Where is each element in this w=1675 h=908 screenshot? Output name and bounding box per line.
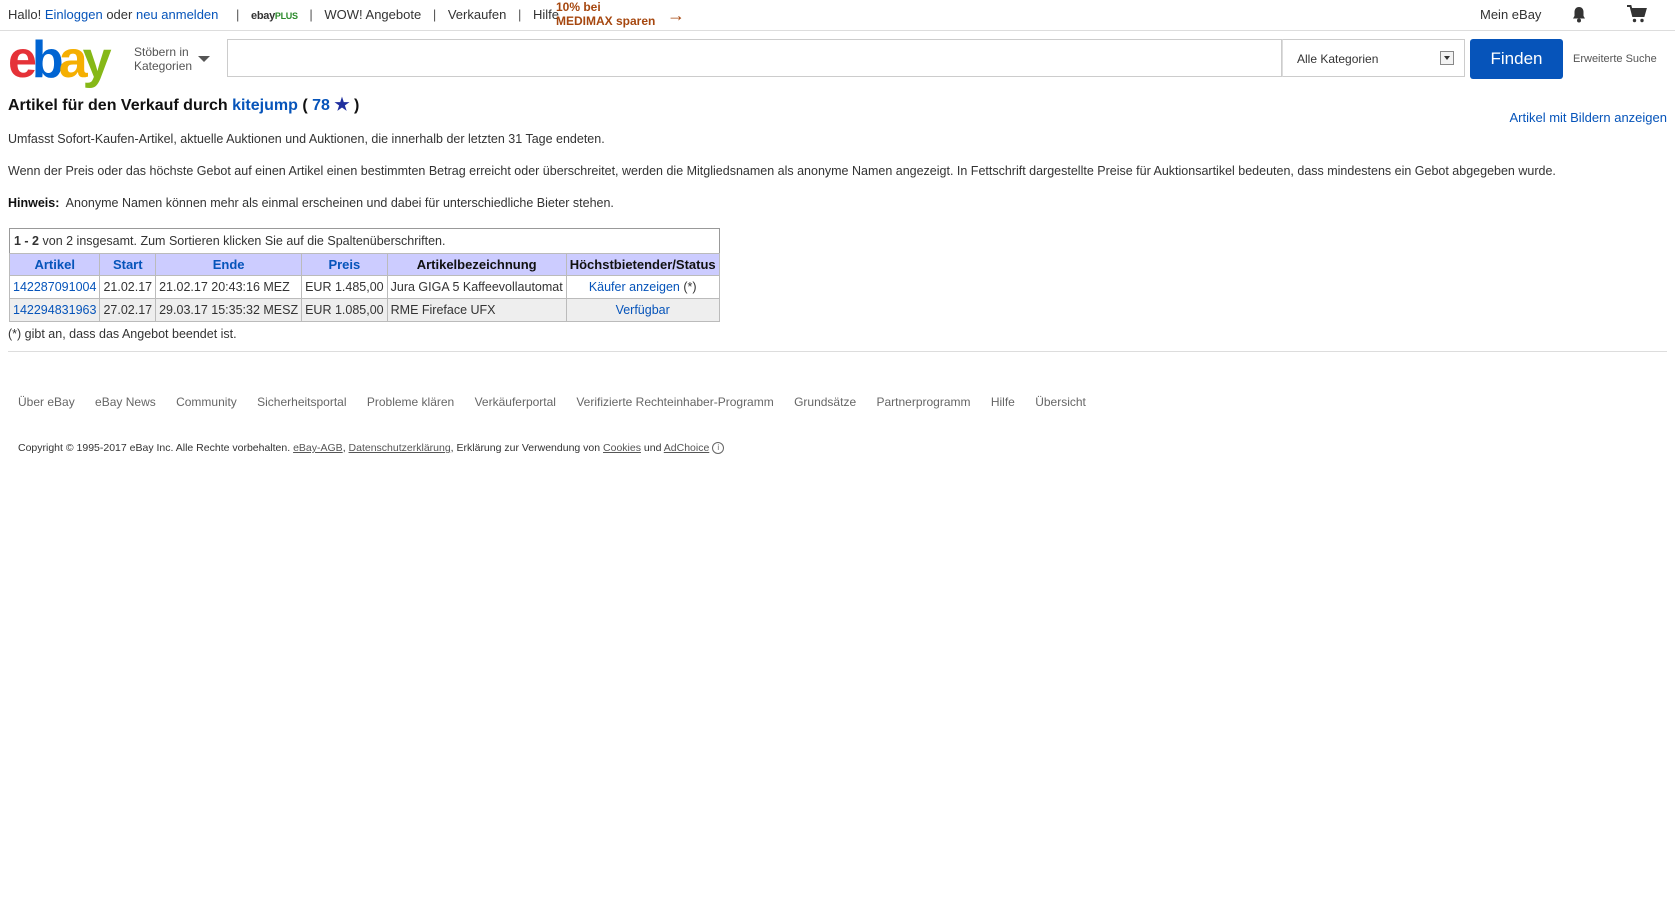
show-with-images-link[interactable]: Artikel mit Bildern anzeigen [1509,110,1667,125]
agb-link[interactable]: eBay-AGB [293,442,343,454]
bell-icon[interactable] [1571,6,1587,26]
dropdown-arrow-icon[interactable] [1440,51,1454,65]
table-summary-row: 1 - 2 von 2 insgesamt. Zum Sortieren kli… [9,228,720,254]
col-header-price[interactable]: Preis [301,253,388,276]
end-cell: 21.02.17 20:43:16 MEZ [155,275,303,299]
col-header-end[interactable]: Ende [155,253,303,276]
find-button[interactable]: Finden [1470,39,1563,79]
start-cell: 27.02.17 [99,298,157,322]
login-link[interactable]: Einloggen [45,7,103,22]
browse-categories-button[interactable]: Stöbern in Kategorien [134,45,192,73]
end-cell: 29.03.17 15:35:32 MESZ [155,298,303,322]
view-buyer-link[interactable]: Käufer anzeigen [589,280,680,294]
footer-link-seller-portal[interactable]: Verkäuferportal [475,395,556,409]
footer-link-policies[interactable]: Grundsätze [794,395,856,409]
cookies-link[interactable]: Cookies [603,442,641,454]
col-header-status: Höchstbietender/Status [565,253,720,276]
price-cell: EUR 1.485,00 [301,275,388,299]
adchoice-link[interactable]: AdChoice [664,442,710,454]
wow-deals-link[interactable]: WOW! Angebote [324,7,421,22]
col-header-title: Artikelbezeichnung [386,253,567,276]
footer-link-resolution[interactable]: Probleme klären [367,395,454,409]
footer-link-community[interactable]: Community [176,395,237,409]
summary-range: 1 - 2 [14,234,40,248]
feedback-score-link[interactable]: 78 [312,97,330,114]
caret-down-icon[interactable] [198,56,210,62]
table-row: 142294831963 27.02.17 29.03.17 15:35:32 … [8,298,720,322]
page-title: Artikel für den Verkauf durch kitejump (… [8,95,360,114]
price-cell: EUR 1.085,00 [301,298,388,322]
col-header-start[interactable]: Start [99,253,157,276]
footer-link-vero[interactable]: Verifizierte Rechteinhaber-Programm [576,395,773,409]
intro-text: Umfasst Sofort-Kaufen-Artikel, aktuelle … [8,132,605,146]
status-cell: Verfügbar [565,298,720,322]
info-icon[interactable]: i [712,442,725,455]
ebay-logo[interactable]: ebay [8,34,112,86]
footer-link-security[interactable]: Sicherheitsportal [257,395,346,409]
greeting: Hallo! [8,7,42,22]
footer-link-news[interactable]: eBay News [95,395,156,409]
col-header-item[interactable]: Artikel [8,253,101,276]
footer-link-help[interactable]: Hilfe [991,395,1015,409]
footer-link-about[interactable]: Über eBay [18,395,75,409]
ended-note: (*) gibt an, dass das Angebot beendet is… [8,327,237,341]
or-text: oder [106,7,133,22]
title-cell: RME Fireface UFX [386,298,567,322]
register-link[interactable]: neu anmelden [136,7,218,22]
footer-link-sitemap[interactable]: Übersicht [1035,395,1086,409]
hint-text: Hinweis: Anonyme Namen können mehr als e… [8,196,614,210]
privacy-link[interactable]: Datenschutzerklärung [349,442,451,454]
item-number-link[interactable]: 142287091004 [13,280,96,294]
promo-banner[interactable]: 10% bei MEDIMAX sparen [556,0,655,28]
seller-link[interactable]: kitejump [232,97,298,114]
arrow-right-icon[interactable]: → [667,6,685,24]
my-ebay-link[interactable]: Mein eBay [1480,7,1541,22]
table-row: 142287091004 21.02.17 21.02.17 20:43:16 … [8,275,720,299]
summary-text: von 2 insgesamt. Zum Sortieren klicken S… [42,234,446,248]
table-header-row: Artikel Start Ende Preis Artikelbezeichn… [8,253,720,276]
star-icon: ★ [334,95,350,114]
footer-link-affiliates[interactable]: Partnerprogramm [876,395,970,409]
top-bar: Hallo! Einloggen oder neu anmelden | eba… [0,0,1675,31]
title-cell: Jura GIGA 5 Kaffeevollautomat [386,275,567,299]
sell-link[interactable]: Verkaufen [448,7,507,22]
divider [8,351,1667,352]
top-bar-left: Hallo! Einloggen oder neu anmelden | eba… [8,7,560,22]
footer-links: Über eBay eBay News Community Sicherheit… [18,395,1103,409]
status-cell: Käufer anzeigen (*) [565,275,720,299]
category-selected-value: Alle Kategorien [1297,52,1379,66]
advanced-search-link[interactable]: Erweiterte Suche [1573,53,1657,65]
start-cell: 21.02.17 [99,275,157,299]
ebay-plus-link[interactable]: ebayPLUS [251,10,298,22]
available-link[interactable]: Verfügbar [616,303,670,317]
items-table: 1 - 2 von 2 insgesamt. Zum Sortieren kli… [8,228,720,322]
price-note-text: Wenn der Preis oder das höchste Gebot au… [8,164,1556,178]
item-number-link[interactable]: 142294831963 [13,303,96,317]
cart-icon[interactable] [1627,5,1647,26]
search-input[interactable] [227,39,1282,77]
copyright: Copyright © 1995-2017 eBay Inc. Alle Rec… [18,442,725,455]
category-select[interactable]: Alle Kategorien [1282,39,1465,77]
hint-label: Hinweis: [8,196,60,210]
